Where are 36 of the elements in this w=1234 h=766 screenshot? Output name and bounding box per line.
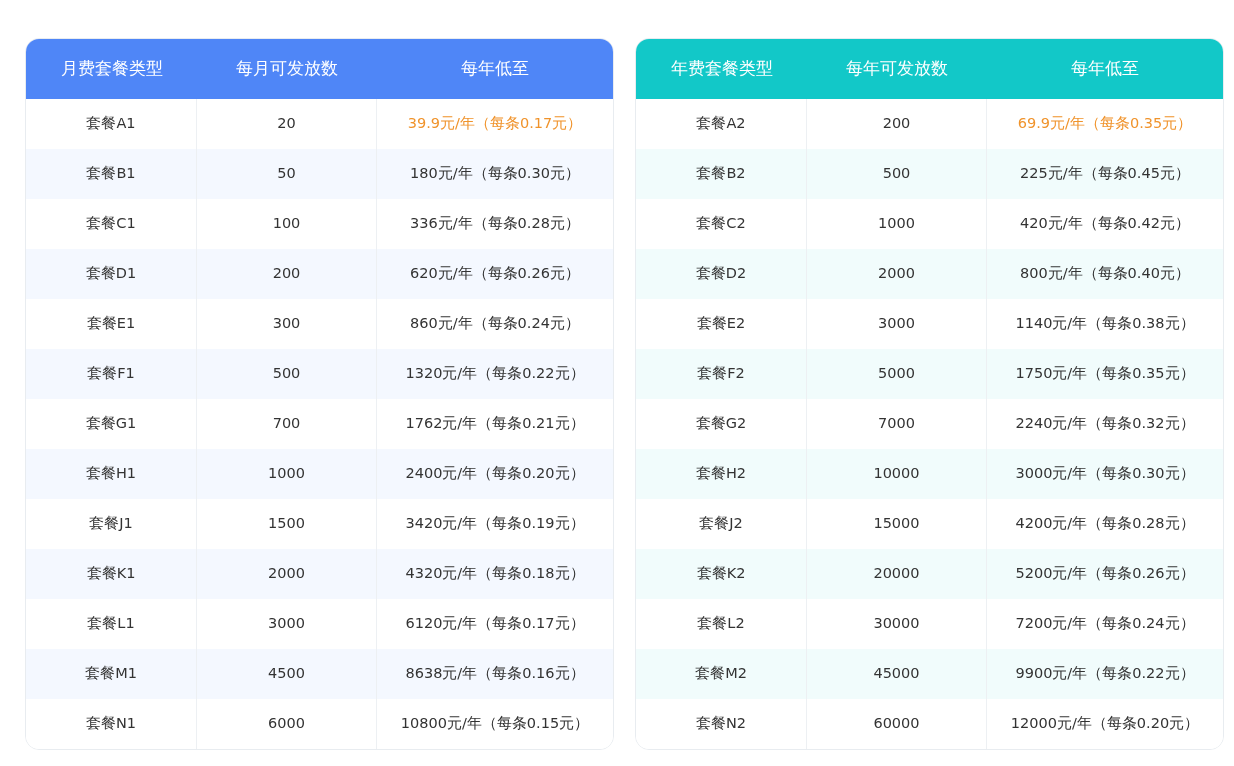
- table-cell-text: 10800元/年（每条0.15元）: [399, 714, 591, 734]
- table-cell-text: 7200元/年（每条0.24元）: [1014, 614, 1196, 634]
- table-cell-text: 4200元/年（每条0.28元）: [1014, 514, 1196, 534]
- column-header: 每年低至: [1070, 57, 1140, 81]
- table-cell-text: 9900元/年（每条0.22元）: [1014, 664, 1196, 684]
- column-header: 每年低至: [460, 57, 530, 81]
- table-cell-text: 5200元/年（每条0.26元）: [1014, 564, 1196, 584]
- table-cell-text: 620元/年（每条0.26元）: [409, 264, 581, 284]
- table-cell: 套餐N1: [26, 699, 197, 749]
- table-cell-text: 1750元/年（每条0.35元）: [1014, 364, 1196, 384]
- table-cell-text: 860元/年（每条0.24元）: [409, 314, 581, 334]
- table-cell-text: 2240元/年（每条0.32元）: [1014, 414, 1196, 434]
- column-header: 月费套餐类型: [59, 57, 164, 81]
- table-cell-text: 1140元/年（每条0.38元）: [1014, 314, 1196, 334]
- table-cell-text: 1320元/年（每条0.22元）: [404, 364, 586, 384]
- table-cell-text: 420元/年（每条0.42元）: [1019, 214, 1191, 234]
- table-cell-text: 8638元/年（每条0.16元）: [404, 664, 586, 684]
- table-cell-text: 4320元/年（每条0.18元）: [404, 564, 586, 584]
- table-cell-text: 6120元/年（每条0.17元）: [404, 614, 586, 634]
- table-cell-text: 180元/年（每条0.30元）: [409, 164, 581, 184]
- column-header: 每年可发放数: [845, 57, 949, 81]
- column-header: 每月可发放数: [235, 57, 339, 81]
- table-cell-text: 3420元/年（每条0.19元）: [404, 514, 586, 534]
- table-cell-text: 69.9元/年（每条0.35元）: [1016, 114, 1194, 134]
- table-cell: 60000: [807, 699, 987, 749]
- table-cell-text: 12000元/年（每条0.20元）: [1009, 714, 1201, 734]
- column-header: 年费套餐类型: [669, 57, 774, 81]
- table-cell-text: 39.9元/年（每条0.17元）: [406, 114, 584, 134]
- table-cell-text: 1762元/年（每条0.21元）: [404, 414, 586, 434]
- table-cell-text: 3000元/年（每条0.30元）: [1014, 464, 1196, 484]
- table-cell-text: 2400元/年（每条0.20元）: [404, 464, 586, 484]
- table-cell-text: 225元/年（每条0.45元）: [1019, 164, 1191, 184]
- table-cell: 6000: [197, 699, 377, 749]
- table-cell-text: 336元/年（每条0.28元）: [409, 214, 581, 234]
- table-cell-text: 800元/年（每条0.40元）: [1019, 264, 1191, 284]
- table-cell: 套餐N2: [636, 699, 807, 749]
